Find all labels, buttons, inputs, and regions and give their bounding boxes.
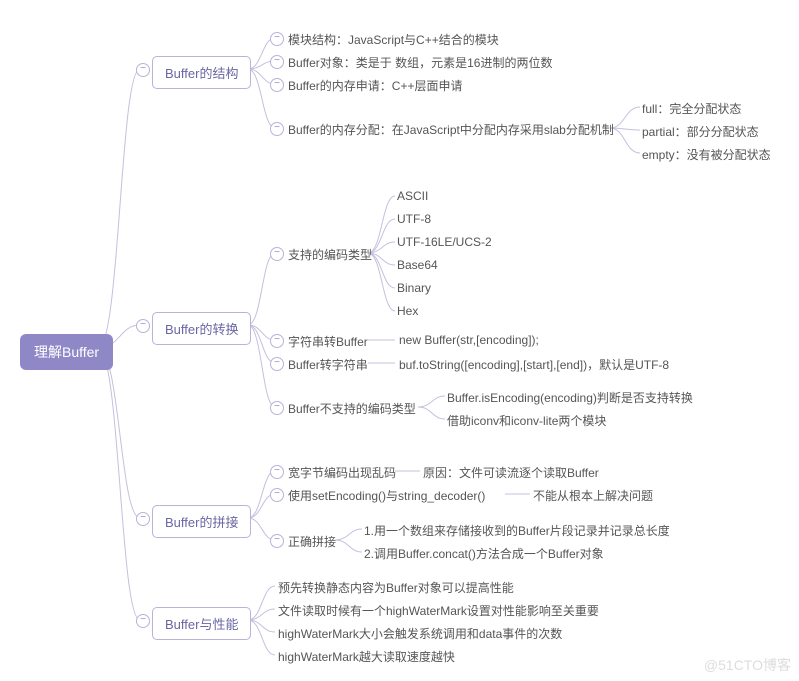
toggle-icon[interactable]: − [136, 512, 150, 526]
leaf: 文件读取时候有一个highWaterMark设置对性能影响至关重要 [278, 602, 599, 619]
leaf: 1.用一个数组来存储接收到的Buffer片段记录并记录总长度 [364, 522, 670, 539]
leaf: 2.调用Buffer.concat()方法合成一个Buffer对象 [364, 545, 604, 562]
leaf: Buffer.isEncoding(encoding)判断是否支持转换 [447, 389, 693, 406]
leaf: 借助iconv和iconv-lite两个模块 [447, 412, 606, 429]
toggle-icon[interactable]: − [270, 488, 284, 502]
toggle-icon[interactable]: − [270, 122, 284, 136]
leaf: Buffer对象：类是于 数组，元素是16进制的两位数 [288, 54, 552, 71]
leaf: UTF-16LE/UCS-2 [397, 235, 492, 249]
leaf: Buffer转字符串 [288, 356, 368, 373]
toggle-icon[interactable]: − [270, 357, 284, 371]
leaf: 正确拼接 [288, 533, 336, 550]
toggle-icon[interactable]: − [136, 63, 150, 77]
node-convert[interactable]: Buffer的转换 [152, 312, 251, 345]
toggle-icon[interactable]: − [136, 319, 150, 333]
leaf: Buffer的内存申请：C++层面申请 [288, 77, 462, 94]
leaf: 原因：文件可读流逐个读取Buffer [423, 464, 599, 481]
leaf: highWaterMark大小会触发系统调用和data事件的次数 [278, 625, 562, 642]
leaf: 预先转换静态内容为Buffer对象可以提高性能 [278, 579, 514, 596]
toggle-icon[interactable]: − [270, 32, 284, 46]
toggle-icon[interactable]: − [270, 78, 284, 92]
leaf: highWaterMark越大读取速度越快 [278, 648, 455, 665]
leaf: 字符串转Buffer [288, 333, 368, 350]
node-structure[interactable]: Buffer的结构 [152, 56, 251, 89]
leaf: buf.toString([encoding],[start],[end])，默… [399, 356, 669, 373]
root-node[interactable]: 理解Buffer [20, 334, 113, 370]
leaf: Hex [397, 304, 418, 318]
node-perf[interactable]: Buffer与性能 [152, 607, 251, 640]
toggle-icon[interactable]: − [270, 334, 284, 348]
leaf: Binary [397, 281, 431, 295]
leaf: 使用setEncoding()与string_decoder() [288, 487, 485, 504]
leaf: partial：部分分配状态 [642, 123, 759, 140]
node-concat[interactable]: Buffer的拼接 [152, 505, 251, 538]
leaf: new Buffer(str,[encoding]); [399, 333, 539, 347]
leaf: 宽字节编码出现乱码 [288, 464, 396, 481]
toggle-icon[interactable]: − [136, 614, 150, 628]
toggle-icon[interactable]: − [270, 401, 284, 415]
leaf: 支持的编码类型 [288, 246, 372, 263]
toggle-icon[interactable]: − [270, 247, 284, 261]
watermark: @51CTO博客 [704, 655, 791, 675]
leaf: 模块结构：JavaScript与C++结合的模块 [288, 31, 499, 48]
toggle-icon[interactable]: − [270, 534, 284, 548]
toggle-icon[interactable]: − [270, 465, 284, 479]
leaf: empty：没有被分配状态 [642, 146, 771, 163]
leaf: Buffer不支持的编码类型 [288, 400, 416, 417]
leaf: Base64 [397, 258, 438, 272]
leaf: full：完全分配状态 [642, 100, 741, 117]
toggle-icon[interactable]: − [270, 55, 284, 69]
root-label: 理解Buffer [34, 344, 99, 360]
leaf: ASCII [397, 189, 428, 203]
leaf: Buffer的内存分配：在JavaScript中分配内存采用slab分配机制 [288, 121, 614, 138]
leaf: 不能从根本上解决问题 [533, 487, 653, 504]
leaf: UTF-8 [397, 212, 431, 226]
